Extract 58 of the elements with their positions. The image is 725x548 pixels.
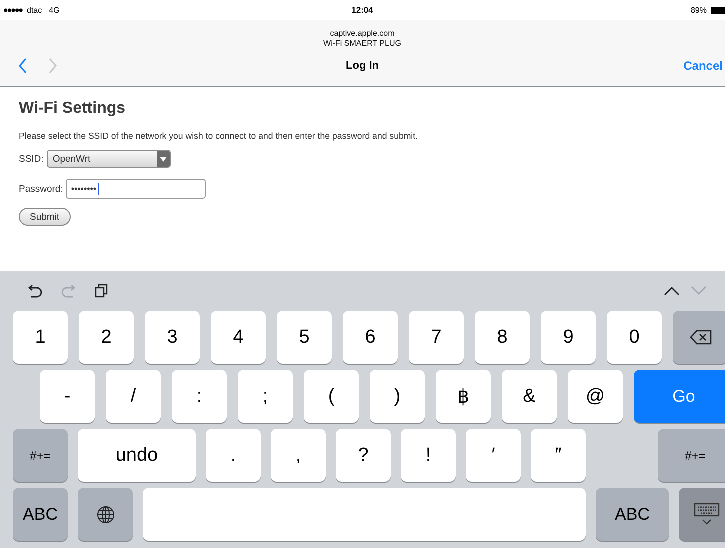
key[interactable]: ( — [304, 370, 359, 423]
key[interactable]: undo — [78, 429, 196, 482]
password-label: Password: — [19, 184, 64, 194]
globe-key[interactable] — [78, 488, 133, 541]
instructions-text: Please select the SSID of the network you wish to connect to and then enter the password and submit. — [19, 131, 420, 141]
clock-time: 12:04 — [352, 5, 374, 15]
key[interactable]: ! — [401, 429, 456, 482]
key[interactable]: ABC — [13, 488, 68, 541]
key[interactable]: ; — [238, 370, 293, 423]
key[interactable]: 4 — [211, 311, 266, 364]
network-type: 4G — [49, 6, 60, 14]
key[interactable]: / — [106, 370, 161, 423]
key[interactable]: 1 — [13, 311, 68, 364]
key[interactable]: 2 — [79, 311, 134, 364]
ssid-label: SSID: — [19, 154, 44, 164]
key[interactable]: . — [206, 429, 261, 482]
undo-icon[interactable] — [27, 284, 43, 298]
chevron-up-icon[interactable] — [664, 286, 680, 296]
delete-key[interactable] — [673, 311, 725, 364]
page-title: Wi-Fi SMAERT PLUG — [322, 39, 402, 49]
key[interactable]: ′ — [466, 429, 521, 482]
back-icon[interactable] — [18, 58, 28, 74]
key[interactable]: ? — [336, 429, 391, 482]
key[interactable]: , — [271, 429, 326, 482]
keyboard-hide-icon — [694, 502, 720, 526]
battery-icon — [711, 6, 725, 14]
globe-icon — [96, 506, 114, 524]
key[interactable]: 6 — [343, 311, 398, 364]
battery-percent: 89% — [690, 6, 707, 14]
text-cursor — [98, 183, 100, 195]
copy-icon[interactable] — [95, 284, 109, 298]
key[interactable]: : — [172, 370, 227, 423]
key[interactable]: 5 — [277, 311, 332, 364]
section-heading: Wi-Fi Settings — [19, 99, 127, 119]
key[interactable]: ) — [370, 370, 425, 423]
key[interactable]: 3 — [145, 311, 200, 364]
key[interactable]: & — [502, 370, 557, 423]
key[interactable]: 0 — [607, 311, 662, 364]
key[interactable]: - — [40, 370, 95, 423]
password-field[interactable]: •••••••• — [66, 179, 206, 199]
key[interactable]: #+= — [658, 429, 725, 482]
dialog-title: Log In — [346, 60, 379, 72]
key[interactable]: @ — [568, 370, 623, 423]
backspace-icon — [690, 330, 712, 345]
page-domain: captive.apple.com — [329, 28, 396, 39]
submit-button[interactable]: Submit — [19, 208, 71, 226]
hide-keyboard-key[interactable] — [679, 488, 725, 541]
key[interactable]: ABC — [596, 488, 669, 541]
carrier-name: dtac — [27, 6, 42, 14]
key[interactable]: ″ — [531, 429, 586, 482]
key[interactable]: #+= — [13, 429, 68, 482]
ssid-dropdown[interactable]: OpenWrt — [46, 150, 171, 168]
key[interactable]: 9 — [541, 311, 596, 364]
key[interactable]: 8 — [475, 311, 530, 364]
key[interactable]: ฿ — [436, 370, 491, 423]
go-button[interactable]: Go — [634, 370, 725, 423]
signal-icon — [4, 8, 23, 12]
key[interactable]: 7 — [409, 311, 464, 364]
